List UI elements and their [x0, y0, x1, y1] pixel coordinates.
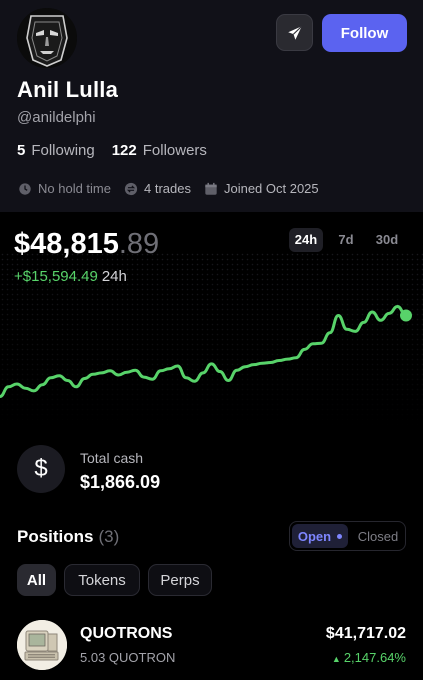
joined-label: Joined Oct 2025 [223, 181, 319, 196]
positions-status-toggle: Open Closed [289, 521, 406, 551]
follow-button[interactable]: Follow [322, 14, 407, 52]
profile-header: Follow Anil Lulla @anildelphi 5 Following… [0, 0, 423, 212]
range-24h[interactable]: 24h [289, 228, 323, 252]
toggle-closed[interactable]: Closed [352, 524, 404, 548]
positions-title: Positions [17, 527, 94, 546]
joined-meta: Joined Oct 2025 [204, 181, 319, 196]
portfolio-change-period: 24h [101, 268, 127, 285]
positions-heading: Positions (3) [17, 527, 119, 547]
portfolio-value-main: $48,815 [14, 228, 119, 260]
position-change-value: 2,147.64% [343, 650, 406, 665]
avatar[interactable] [17, 8, 77, 68]
following-label: Following [31, 142, 95, 159]
trades-label: 4 trades [143, 181, 191, 196]
current-value-marker [400, 309, 412, 322]
clock-icon [19, 182, 31, 195]
filter-all[interactable]: All [17, 564, 56, 596]
toggle-open-label: Open [297, 528, 332, 544]
follow-stats: 5 Following 122 Followers [17, 142, 207, 159]
paper-plane-icon [287, 25, 302, 40]
following-count: 5 [17, 142, 26, 159]
position-change: ▲ 2,147.64% [332, 650, 406, 665]
swap-icon [124, 182, 138, 195]
position-name: QUOTRONS [80, 625, 173, 642]
retro-computer-icon [17, 620, 67, 670]
followers-link[interactable]: 122 Followers [112, 142, 207, 159]
range-30d[interactable]: 30d [370, 228, 404, 252]
portfolio-value: $48,815.89 [14, 228, 159, 261]
following-link[interactable]: 5 Following [17, 142, 95, 159]
portfolio-change: +$15,594.49 24h [14, 268, 127, 285]
range-7d[interactable]: 7d [332, 228, 360, 252]
position-amount: 5.03 QUOTRON [80, 650, 176, 665]
active-dot-icon [337, 533, 343, 539]
filter-perps[interactable]: Perps [148, 564, 212, 596]
positions-count: (3) [98, 527, 120, 546]
share-button[interactable] [276, 14, 313, 51]
profile-name: Anil Lulla [17, 77, 118, 102]
dollar-icon: $ [17, 445, 65, 493]
calendar-icon [205, 182, 217, 195]
portfolio-value-cents: .89 [118, 228, 160, 260]
quotron-token-icon [17, 620, 67, 670]
avatar-face-image [17, 8, 77, 68]
filter-tokens[interactable]: Tokens [64, 564, 140, 596]
trades-meta: 4 trades [124, 181, 191, 196]
total-cash-label: Total cash [80, 450, 144, 466]
hold-time-label: No hold time [38, 181, 111, 196]
profile-handle: @anildelphi [17, 109, 96, 126]
position-value: $41,717.02 [325, 625, 406, 642]
profile-meta: No hold time 4 trades Joined Oct 2025 [18, 181, 332, 196]
followers-label: Followers [142, 142, 207, 159]
toggle-open[interactable]: Open [292, 524, 348, 548]
followers-count: 122 [111, 142, 137, 159]
hold-time-meta: No hold time [18, 181, 111, 196]
total-cash-value: $1,866.09 [80, 472, 161, 492]
portfolio-change-value: +$15,594.49 [14, 268, 98, 285]
up-arrow-icon: ▲ [331, 654, 341, 664]
